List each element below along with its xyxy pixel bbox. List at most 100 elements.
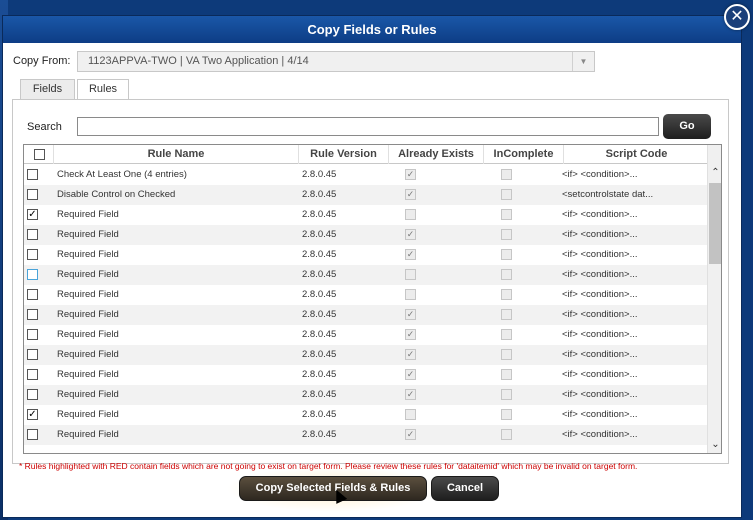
rule-version-cell: 2.8.0.45 xyxy=(302,309,337,320)
row-checkbox[interactable] xyxy=(27,329,38,340)
script-code-cell: <if> <condition>... xyxy=(562,309,638,320)
already-exists-checkbox: ✓ xyxy=(405,229,416,240)
row-select-cell xyxy=(24,425,54,445)
script-code-cell: <if> <condition>... xyxy=(562,429,638,440)
incomplete-checkbox xyxy=(501,369,512,380)
rules-grid: Rule Name Rule Version Already Exists In… xyxy=(23,144,722,454)
column-header-already-exists[interactable]: Already Exists xyxy=(389,145,484,164)
search-input[interactable] xyxy=(77,117,659,136)
script-code-cell: <if> <condition>... xyxy=(562,409,638,420)
rule-name-cell: Required Field xyxy=(57,349,119,360)
already-exists-checkbox: ✓ xyxy=(405,249,416,260)
already-exists-checkbox: ✓ xyxy=(405,369,416,380)
table-row[interactable]: Required Field 2.8.0.45 ✓ <if> <condition>.… xyxy=(24,385,709,405)
script-code-cell: <if> <condition>... xyxy=(562,209,638,220)
table-row[interactable]: Required Field 2.8.0.45 ✓ <if> <condition>.… xyxy=(24,365,709,385)
row-checkbox[interactable] xyxy=(27,249,38,260)
script-code-cell: <if> <condition>... xyxy=(562,169,638,180)
column-header-rule-name[interactable]: Rule Name xyxy=(54,145,299,164)
already-exists-checkbox: ✓ xyxy=(405,389,416,400)
row-select-cell xyxy=(24,265,54,285)
chevron-down-icon[interactable]: ▼ xyxy=(572,52,594,71)
vertical-scrollbar[interactable]: ⌃ ⌄ xyxy=(707,145,721,453)
row-checkbox[interactable]: ✓ xyxy=(27,209,38,220)
column-header-incomplete[interactable]: InComplete xyxy=(484,145,564,164)
row-select-cell xyxy=(24,165,54,185)
copy-from-select[interactable]: 1123APPVA-TWO | VA Two Application | 4/1… xyxy=(77,51,595,72)
table-row[interactable]: ✓ Required Field 2.8.0.45 <if> <condition>.… xyxy=(24,405,709,425)
row-select-cell xyxy=(24,245,54,265)
table-row[interactable]: Check At Least One (4 entries) 2.8.0.45 ✓ <… xyxy=(24,165,709,185)
rule-version-cell: 2.8.0.45 xyxy=(302,189,337,200)
script-code-cell: <if> <condition>... xyxy=(562,289,638,300)
scroll-thumb[interactable] xyxy=(709,183,721,264)
rule-name-cell: Required Field xyxy=(57,209,119,220)
scroll-down-icon[interactable]: ⌄ xyxy=(708,437,721,453)
tab-fields[interactable]: Fields xyxy=(20,79,75,100)
already-exists-checkbox xyxy=(405,209,416,220)
script-code-cell: <if> <condition>... xyxy=(562,249,638,260)
row-checkbox[interactable] xyxy=(27,169,38,180)
table-row[interactable]: Required Field 2.8.0.45 <if> <condition>..… xyxy=(24,285,709,305)
table-row[interactable]: Required Field 2.8.0.45 ✓ <if> <condition>.… xyxy=(24,305,709,325)
rule-version-cell: 2.8.0.45 xyxy=(302,229,337,240)
rule-name-cell: Required Field xyxy=(57,229,119,240)
row-checkbox[interactable]: ✓ xyxy=(27,409,38,420)
row-checkbox[interactable] xyxy=(27,389,38,400)
tab-rules[interactable]: Rules xyxy=(77,79,129,101)
script-code-cell: <if> <condition>... xyxy=(562,269,638,280)
incomplete-checkbox xyxy=(501,249,512,260)
row-checkbox[interactable] xyxy=(27,369,38,380)
row-checkbox[interactable] xyxy=(27,349,38,360)
rule-version-cell: 2.8.0.45 xyxy=(302,169,337,180)
already-exists-checkbox: ✓ xyxy=(405,349,416,360)
incomplete-checkbox xyxy=(501,309,512,320)
table-row[interactable]: Required Field 2.8.0.45 ✓ <if> <condition>.… xyxy=(24,345,709,365)
table-row[interactable]: ✓ Required Field 2.8.0.45 <if> <condition>.… xyxy=(24,205,709,225)
select-all-checkbox[interactable] xyxy=(34,149,45,160)
rule-name-cell: Required Field xyxy=(57,289,119,300)
incomplete-checkbox xyxy=(501,389,512,400)
row-select-cell: ✓ xyxy=(24,405,54,425)
row-checkbox[interactable] xyxy=(27,429,38,440)
row-checkbox[interactable] xyxy=(27,269,38,280)
row-select-cell xyxy=(24,385,54,405)
rule-name-cell: Required Field xyxy=(57,269,119,280)
scroll-up-icon[interactable]: ⌃ xyxy=(708,165,721,181)
already-exists-cell: ✓ xyxy=(394,185,492,205)
copy-from-label: Copy From: xyxy=(13,55,71,67)
already-exists-cell: ✓ xyxy=(394,165,492,185)
grid-header: Rule Name Rule Version Already Exists In… xyxy=(24,145,709,164)
script-code-cell: <if> <condition>... xyxy=(562,389,638,400)
rules-panel: Search Go Rule Name Rule Version Already… xyxy=(12,99,729,464)
row-checkbox[interactable] xyxy=(27,229,38,240)
already-exists-cell: ✓ xyxy=(394,425,492,445)
rule-version-cell: 2.8.0.45 xyxy=(302,329,337,340)
close-icon[interactable]: ✕ xyxy=(724,4,750,30)
table-row[interactable]: Required Field 2.8.0.45 ✓ <if> <condition>.… xyxy=(24,325,709,345)
already-exists-cell: ✓ xyxy=(394,365,492,385)
row-checkbox[interactable] xyxy=(27,289,38,300)
row-select-cell xyxy=(24,185,54,205)
go-button[interactable]: Go xyxy=(663,114,711,139)
already-exists-checkbox xyxy=(405,269,416,280)
already-exists-cell: ✓ xyxy=(394,225,492,245)
column-header-rule-version[interactable]: Rule Version xyxy=(299,145,389,164)
rule-name-cell: Required Field xyxy=(57,409,119,420)
table-row[interactable]: Disable Control on Checked 2.8.0.45 ✓ <setc… xyxy=(24,185,709,205)
row-checkbox[interactable] xyxy=(27,309,38,320)
row-checkbox[interactable] xyxy=(27,189,38,200)
row-select-cell: ✓ xyxy=(24,205,54,225)
already-exists-checkbox xyxy=(405,409,416,420)
rule-version-cell: 2.8.0.45 xyxy=(302,249,337,260)
table-row[interactable]: Required Field 2.8.0.45 <if> <condition>..… xyxy=(24,265,709,285)
column-header-script-code[interactable]: Script Code xyxy=(564,145,709,164)
incomplete-checkbox xyxy=(501,169,512,180)
already-exists-cell xyxy=(394,405,492,425)
rule-version-cell: 2.8.0.45 xyxy=(302,389,337,400)
incomplete-checkbox xyxy=(501,429,512,440)
table-row[interactable]: Required Field 2.8.0.45 ✓ <if> <condition>.… xyxy=(24,225,709,245)
cancel-button[interactable]: Cancel xyxy=(431,476,499,501)
table-row[interactable]: Required Field 2.8.0.45 ✓ <if> <condition>.… xyxy=(24,425,709,445)
table-row[interactable]: Required Field 2.8.0.45 ✓ <if> <condition>.… xyxy=(24,245,709,265)
